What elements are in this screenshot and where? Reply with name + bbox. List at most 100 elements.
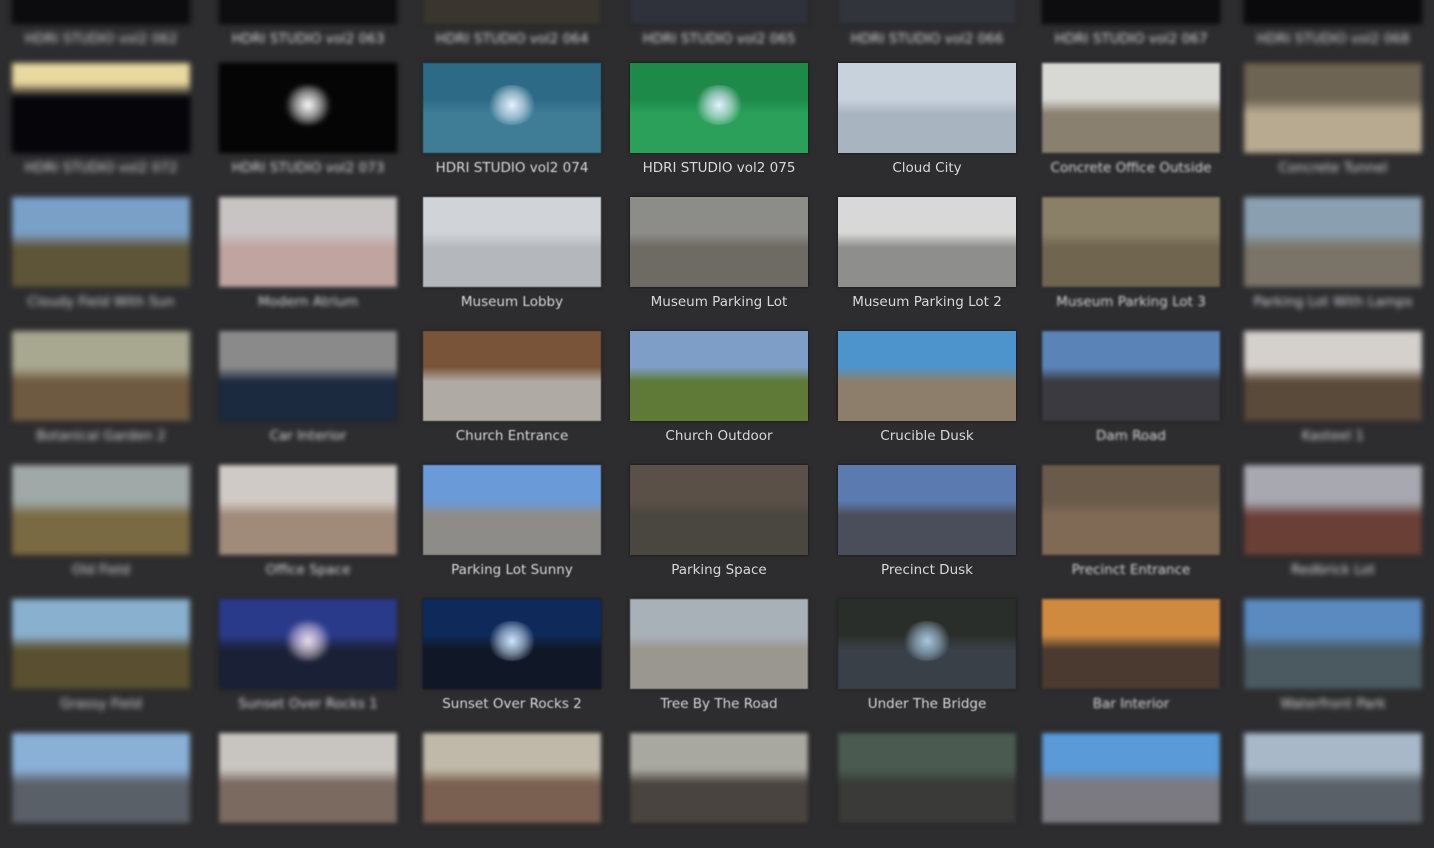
hdri-item[interactable]: Cloud City: [838, 63, 1016, 178]
hdri-thumbnail[interactable]: [1042, 197, 1220, 287]
hdri-item[interactable]: Precinct Dusk: [838, 465, 1016, 580]
hdri-item[interactable]: HDRI STUDIO vol2 075: [630, 63, 808, 178]
hdri-item[interactable]: [630, 733, 808, 848]
hdri-item[interactable]: Botanical Garden 2: [12, 331, 190, 446]
hdri-thumbnail[interactable]: [219, 0, 397, 24]
hdri-thumbnail[interactable]: [219, 63, 397, 153]
hdri-thumbnail[interactable]: [12, 0, 190, 24]
hdri-item[interactable]: Concrete Office Outside: [1042, 63, 1220, 178]
hdri-thumbnail[interactable]: [630, 599, 808, 689]
hdri-item[interactable]: Parking Space: [630, 465, 808, 580]
hdri-item[interactable]: Cloudy Field With Sun: [12, 197, 190, 312]
hdri-thumbnail[interactable]: [1244, 599, 1422, 689]
hdri-thumbnail[interactable]: [838, 599, 1016, 689]
hdri-item[interactable]: Museum Parking Lot 2: [838, 197, 1016, 312]
hdri-item[interactable]: HDRI STUDIO vol2 067: [1042, 0, 1220, 49]
hdri-thumbnail[interactable]: [423, 733, 601, 823]
hdri-thumbnail[interactable]: [630, 0, 808, 24]
hdri-thumbnail[interactable]: [630, 197, 808, 287]
hdri-item[interactable]: Parking Lot With Lamps: [1244, 197, 1422, 312]
hdri-item[interactable]: Sunset Over Rocks 1: [219, 599, 397, 714]
hdri-thumbnail[interactable]: [838, 331, 1016, 421]
hdri-thumbnail[interactable]: [1042, 733, 1220, 823]
hdri-item[interactable]: Waterfront Park: [1244, 599, 1422, 714]
hdri-item[interactable]: Bar Interior: [1042, 599, 1220, 714]
hdri-thumbnail[interactable]: [423, 465, 601, 555]
hdri-item[interactable]: Dam Road: [1042, 331, 1220, 446]
hdri-thumbnail[interactable]: [630, 733, 808, 823]
hdri-item[interactable]: Museum Lobby: [423, 197, 601, 312]
hdri-item[interactable]: HDRI STUDIO vol2 066: [838, 0, 1016, 49]
hdri-thumbnail[interactable]: [423, 63, 601, 153]
hdri-item[interactable]: Under The Bridge: [838, 599, 1016, 714]
hdri-item[interactable]: Church Entrance: [423, 331, 601, 446]
hdri-item[interactable]: Tree By The Road: [630, 599, 808, 714]
hdri-item[interactable]: HDRI STUDIO vol2 068: [1244, 0, 1422, 49]
hdri-thumbnail[interactable]: [630, 331, 808, 421]
hdri-item[interactable]: [219, 733, 397, 848]
hdri-item[interactable]: Museum Parking Lot 3: [1042, 197, 1220, 312]
hdri-thumbnail[interactable]: [838, 197, 1016, 287]
hdri-item[interactable]: Old Field: [12, 465, 190, 580]
hdri-item[interactable]: HDRI STUDIO vol2 063: [219, 0, 397, 49]
hdri-label: Redbrick Lot: [1291, 562, 1375, 578]
hdri-thumbnail[interactable]: [423, 599, 601, 689]
hdri-item[interactable]: [1244, 733, 1422, 848]
hdri-thumbnail[interactable]: [1244, 465, 1422, 555]
hdri-item[interactable]: Concrete Tunnel: [1244, 63, 1422, 178]
hdri-thumbnail[interactable]: [838, 733, 1016, 823]
hdri-item[interactable]: Grassy Field: [12, 599, 190, 714]
hdri-item[interactable]: HDRI STUDIO vol2 065: [630, 0, 808, 49]
hdri-thumbnail[interactable]: [1244, 63, 1422, 153]
hdri-thumbnail[interactable]: [1042, 465, 1220, 555]
hdri-thumbnail[interactable]: [1244, 197, 1422, 287]
hdri-thumbnail[interactable]: [1042, 0, 1220, 24]
hdri-item[interactable]: Kasteel 1: [1244, 331, 1422, 446]
hdri-thumbnail[interactable]: [838, 0, 1016, 24]
hdri-thumbnail[interactable]: [423, 0, 601, 24]
hdri-thumbnail[interactable]: [838, 63, 1016, 153]
hdri-thumbnail[interactable]: [219, 733, 397, 823]
hdri-item[interactable]: Redbrick Lot: [1244, 465, 1422, 580]
hdri-item[interactable]: Crucible Dusk: [838, 331, 1016, 446]
hdri-item[interactable]: Modern Atrium: [219, 197, 397, 312]
hdri-thumbnail[interactable]: [1244, 331, 1422, 421]
hdri-thumbnail[interactable]: [219, 331, 397, 421]
hdri-item[interactable]: [1042, 733, 1220, 848]
hdri-item[interactable]: Office Space: [219, 465, 397, 580]
hdri-thumbnail[interactable]: [423, 331, 601, 421]
hdri-thumbnail[interactable]: [423, 197, 601, 287]
hdri-item[interactable]: HDRI STUDIO vol2 072: [12, 63, 190, 178]
hdri-item[interactable]: Parking Lot Sunny: [423, 465, 601, 580]
hdri-thumbnail[interactable]: [1042, 331, 1220, 421]
hdri-thumbnail[interactable]: [1244, 733, 1422, 823]
hdri-thumbnail[interactable]: [12, 331, 190, 421]
hdri-thumbnail[interactable]: [630, 63, 808, 153]
hdri-item[interactable]: Museum Parking Lot: [630, 197, 808, 312]
hdri-thumbnail[interactable]: [12, 197, 190, 287]
hdri-thumbnail[interactable]: [630, 465, 808, 555]
hdri-label: HDRI STUDIO vol2 072: [24, 160, 178, 176]
hdri-thumbnail[interactable]: [838, 465, 1016, 555]
hdri-item[interactable]: HDRI STUDIO vol2 064: [423, 0, 601, 49]
hdri-item[interactable]: [12, 733, 190, 848]
hdri-thumbnail[interactable]: [219, 599, 397, 689]
hdri-thumbnail[interactable]: [12, 733, 190, 823]
hdri-item[interactable]: HDRI STUDIO vol2 062: [12, 0, 190, 49]
hdri-item[interactable]: [423, 733, 601, 848]
hdri-thumbnail[interactable]: [219, 197, 397, 287]
hdri-item[interactable]: HDRI STUDIO vol2 074: [423, 63, 601, 178]
hdri-thumbnail[interactable]: [1042, 63, 1220, 153]
hdri-item[interactable]: HDRI STUDIO vol2 073: [219, 63, 397, 178]
hdri-item[interactable]: Car Interior: [219, 331, 397, 446]
hdri-thumbnail[interactable]: [219, 465, 397, 555]
hdri-thumbnail[interactable]: [1042, 599, 1220, 689]
hdri-item[interactable]: Precinct Entrance: [1042, 465, 1220, 580]
hdri-thumbnail[interactable]: [12, 599, 190, 689]
hdri-item[interactable]: Sunset Over Rocks 2: [423, 599, 601, 714]
hdri-thumbnail[interactable]: [1244, 0, 1422, 24]
hdri-thumbnail[interactable]: [12, 63, 190, 153]
hdri-item[interactable]: [838, 733, 1016, 848]
hdri-thumbnail[interactable]: [12, 465, 190, 555]
hdri-item[interactable]: Church Outdoor: [630, 331, 808, 446]
